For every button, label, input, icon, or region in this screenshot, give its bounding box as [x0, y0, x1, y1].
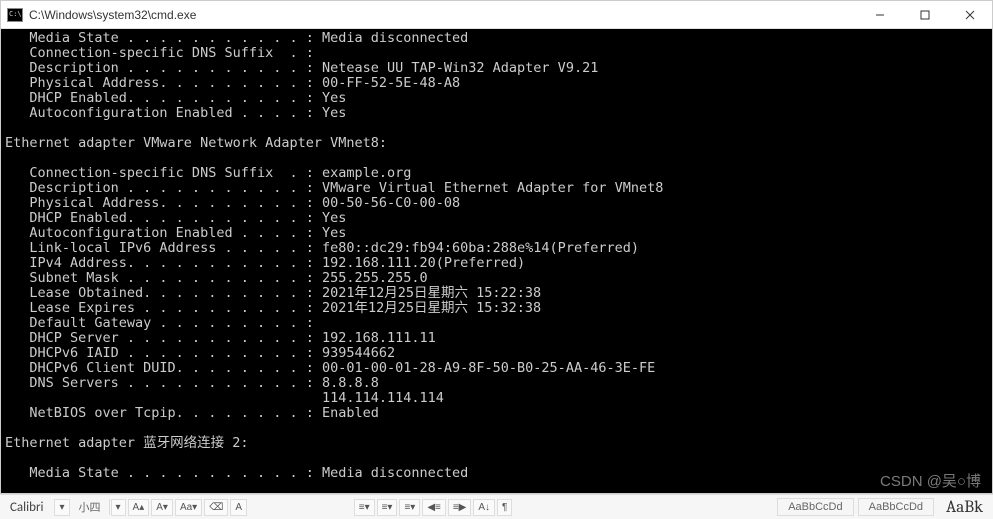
bullet-list-icon[interactable]: ≡▾: [354, 499, 375, 516]
line: DHCP Enabled. . . . . . . . . . . : Yes: [5, 210, 346, 226]
close-button[interactable]: [947, 1, 992, 28]
line: Autoconfiguration Enabled . . . . : Yes: [5, 225, 346, 241]
console-output[interactable]: Media State . . . . . . . . . . . : Medi…: [1, 29, 992, 493]
line: Autoconfiguration Enabled . . . . : Yes: [5, 105, 346, 121]
line: Lease Expires . . . . . . . . . . : 2021…: [5, 300, 541, 316]
line: 114.114.114.114: [5, 390, 444, 406]
line: IPv4 Address. . . . . . . . . . . : 192.…: [5, 255, 525, 271]
font-selector[interactable]: Calibri: [0, 500, 53, 515]
style-nospace[interactable]: AaBbCcDd: [858, 498, 934, 516]
window-title: C:\Windows\system32\cmd.exe: [29, 8, 857, 22]
shrink-font-icon[interactable]: A▾: [151, 499, 173, 516]
multilevel-list-icon[interactable]: ≡▾: [399, 499, 420, 516]
line: Description . . . . . . . . . . . : VMwa…: [5, 180, 663, 196]
clear-format-icon[interactable]: ⌫: [204, 499, 228, 516]
sort-icon[interactable]: A↓: [473, 499, 495, 516]
minimize-button[interactable]: [857, 1, 902, 28]
style-heading[interactable]: AaBk: [936, 498, 993, 517]
line: DHCP Enabled. . . . . . . . . . . : Yes: [5, 90, 346, 106]
number-list-icon[interactable]: ≡▾: [377, 499, 398, 516]
grow-font-icon[interactable]: A▴: [128, 499, 150, 516]
line: Connection-specific DNS Suffix . : examp…: [5, 165, 411, 181]
line: Default Gateway . . . . . . . . . :: [5, 315, 314, 331]
line: DHCP Server . . . . . . . . . . . : 192.…: [5, 330, 436, 346]
line: Media State . . . . . . . . . . . : Medi…: [5, 30, 468, 46]
maximize-button[interactable]: [902, 1, 947, 28]
adapter-header: Ethernet adapter 蓝牙网络连接 2:: [5, 435, 249, 451]
line: DHCPv6 IAID . . . . . . . . . . . : 9395…: [5, 345, 395, 361]
line: Subnet Mask . . . . . . . . . . . : 255.…: [5, 270, 428, 286]
decrease-indent-icon[interactable]: ◀≡: [422, 499, 446, 516]
a-btn[interactable]: A: [230, 499, 247, 516]
change-case-icon[interactable]: Aa▾: [175, 499, 202, 516]
word-ribbon-strip: Calibri ▾ 小四 ▾ A▴ A▾ Aa▾ ⌫ A ≡▾ ≡▾ ≡▾ ◀≡…: [0, 494, 993, 519]
style-normal[interactable]: AaBbCcDd: [777, 498, 853, 516]
line: Physical Address. . . . . . . . . : 00-F…: [5, 75, 460, 91]
size-dropdown-icon[interactable]: ▾: [111, 499, 126, 516]
line: Link-local IPv6 Address . . . . . : fe80…: [5, 240, 639, 256]
line: Physical Address. . . . . . . . . : 00-5…: [5, 195, 460, 211]
line: Media State . . . . . . . . . . . : Medi…: [5, 465, 468, 481]
increase-indent-icon[interactable]: ≡▶: [448, 499, 472, 516]
line: DHCPv6 Client DUID. . . . . . . . : 00-0…: [5, 360, 655, 376]
font-size[interactable]: 小四: [71, 499, 110, 515]
paragraph-icon[interactable]: ¶: [497, 499, 512, 516]
font-dropdown-icon[interactable]: ▾: [54, 499, 69, 516]
titlebar[interactable]: C:\Windows\system32\cmd.exe: [1, 1, 992, 29]
line: Description . . . . . . . . . . . : Nete…: [5, 60, 598, 76]
line: Connection-specific DNS Suffix . :: [5, 45, 314, 61]
window-controls: [857, 1, 992, 28]
adapter-header: Ethernet adapter VMware Network Adapter …: [5, 135, 387, 151]
cmd-window: C:\Windows\system32\cmd.exe Media State …: [0, 0, 993, 494]
cmd-icon: [7, 8, 23, 22]
line: NetBIOS over Tcpip. . . . . . . . : Enab…: [5, 405, 379, 421]
line: DNS Servers . . . . . . . . . . . : 8.8.…: [5, 375, 379, 391]
line: Lease Obtained. . . . . . . . . . : 2021…: [5, 285, 541, 301]
